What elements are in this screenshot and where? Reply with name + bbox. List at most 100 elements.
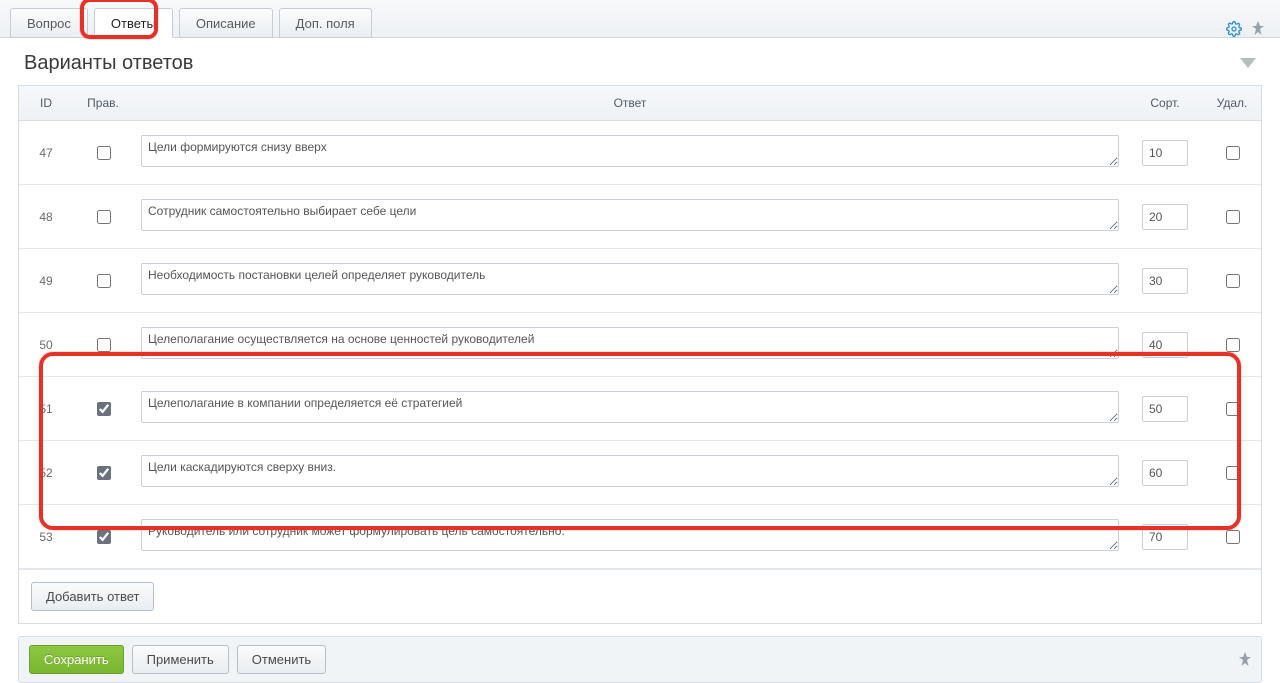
delete-checkbox[interactable]: [1226, 402, 1240, 416]
sort-input[interactable]: [1142, 396, 1188, 422]
cell-del: [1203, 313, 1261, 377]
table-row: 50: [19, 313, 1261, 377]
right-checkbox[interactable]: [97, 274, 111, 288]
cell-right: [73, 441, 133, 505]
col-header-del: Удал.: [1203, 86, 1261, 121]
sort-input[interactable]: [1142, 332, 1188, 358]
sort-input[interactable]: [1142, 204, 1188, 230]
collapse-icon[interactable]: [1240, 56, 1256, 71]
add-answer-button[interactable]: Добавить ответ: [31, 582, 154, 611]
button-label: Отменить: [252, 652, 311, 667]
button-label: Добавить ответ: [46, 589, 139, 604]
cell-id: 49: [19, 249, 73, 313]
col-header-id: ID: [19, 86, 73, 121]
delete-checkbox[interactable]: [1226, 274, 1240, 288]
cell-right: [73, 313, 133, 377]
tab-label: Доп. поля: [296, 16, 355, 31]
cell-id: 47: [19, 121, 73, 185]
delete-checkbox[interactable]: [1226, 466, 1240, 480]
tab-answers[interactable]: Ответы: [94, 8, 173, 38]
answer-input[interactable]: [141, 135, 1119, 167]
cell-answer: [133, 249, 1127, 313]
cell-answer: [133, 441, 1127, 505]
col-header-sort: Сорт.: [1127, 86, 1203, 121]
delete-checkbox[interactable]: [1226, 338, 1240, 352]
cell-del: [1203, 249, 1261, 313]
cell-del: [1203, 377, 1261, 441]
cell-del: [1203, 185, 1261, 249]
table-row: 47: [19, 121, 1261, 185]
table-row: 49: [19, 249, 1261, 313]
right-checkbox[interactable]: [97, 402, 111, 416]
cell-sort: [1127, 505, 1203, 569]
tab-label: Вопрос: [27, 16, 71, 31]
button-label: Применить: [147, 652, 214, 667]
sort-input[interactable]: [1142, 140, 1188, 166]
pin-icon[interactable]: [1252, 21, 1264, 37]
answer-input[interactable]: [141, 391, 1119, 423]
cell-sort: [1127, 441, 1203, 505]
cell-del: [1203, 505, 1261, 569]
delete-checkbox[interactable]: [1226, 530, 1240, 544]
right-checkbox[interactable]: [97, 338, 111, 352]
table-row: 51: [19, 377, 1261, 441]
delete-checkbox[interactable]: [1226, 210, 1240, 224]
answers-table: ID Прав. Ответ Сорт. Удал. 4748495051525…: [19, 86, 1261, 569]
cell-answer: [133, 377, 1127, 441]
table-row: 48: [19, 185, 1261, 249]
answer-input[interactable]: [141, 199, 1119, 231]
cell-answer: [133, 505, 1127, 569]
action-bar: Сохранить Применить Отменить: [18, 636, 1262, 683]
apply-button[interactable]: Применить: [132, 645, 229, 674]
cell-right: [73, 505, 133, 569]
right-checkbox[interactable]: [97, 210, 111, 224]
delete-checkbox[interactable]: [1226, 146, 1240, 160]
answer-input[interactable]: [141, 519, 1119, 551]
table-row: 52: [19, 441, 1261, 505]
cell-del: [1203, 121, 1261, 185]
tab-label: Описание: [196, 16, 256, 31]
table-header-row: ID Прав. Ответ Сорт. Удал.: [19, 86, 1261, 121]
panel-footer: Добавить ответ: [19, 569, 1261, 623]
right-checkbox[interactable]: [97, 466, 111, 480]
cell-right: [73, 185, 133, 249]
right-checkbox[interactable]: [97, 530, 111, 544]
cell-right: [73, 249, 133, 313]
cell-id: 48: [19, 185, 73, 249]
tab-bar: Вопрос Ответы Описание Доп. поля: [0, 0, 1280, 38]
tab-description[interactable]: Описание: [179, 8, 273, 38]
tab-extra-fields[interactable]: Доп. поля: [279, 8, 372, 38]
cell-id: 50: [19, 313, 73, 377]
section-header: Варианты ответов: [0, 38, 1280, 85]
cell-id: 51: [19, 377, 73, 441]
tab-label: Ответы: [111, 16, 156, 31]
answer-input[interactable]: [141, 263, 1119, 295]
cell-right: [73, 121, 133, 185]
right-checkbox[interactable]: [97, 146, 111, 160]
cell-answer: [133, 313, 1127, 377]
answer-input[interactable]: [141, 327, 1119, 359]
cell-answer: [133, 121, 1127, 185]
table-row: 53: [19, 505, 1261, 569]
cell-sort: [1127, 249, 1203, 313]
cell-answer: [133, 185, 1127, 249]
cell-del: [1203, 441, 1261, 505]
button-label: Сохранить: [44, 652, 109, 667]
pin-icon[interactable]: [1239, 652, 1251, 668]
answer-input[interactable]: [141, 455, 1119, 487]
cell-id: 52: [19, 441, 73, 505]
col-header-right: Прав.: [73, 86, 133, 121]
tab-question[interactable]: Вопрос: [10, 8, 88, 38]
gear-icon[interactable]: [1226, 21, 1242, 37]
save-button[interactable]: Сохранить: [29, 645, 124, 674]
cell-sort: [1127, 377, 1203, 441]
cancel-button[interactable]: Отменить: [237, 645, 326, 674]
cell-sort: [1127, 121, 1203, 185]
sort-input[interactable]: [1142, 524, 1188, 550]
cell-sort: [1127, 313, 1203, 377]
cell-sort: [1127, 185, 1203, 249]
cell-id: 53: [19, 505, 73, 569]
sort-input[interactable]: [1142, 268, 1188, 294]
answers-panel: ID Прав. Ответ Сорт. Удал. 4748495051525…: [18, 85, 1262, 624]
sort-input[interactable]: [1142, 460, 1188, 486]
